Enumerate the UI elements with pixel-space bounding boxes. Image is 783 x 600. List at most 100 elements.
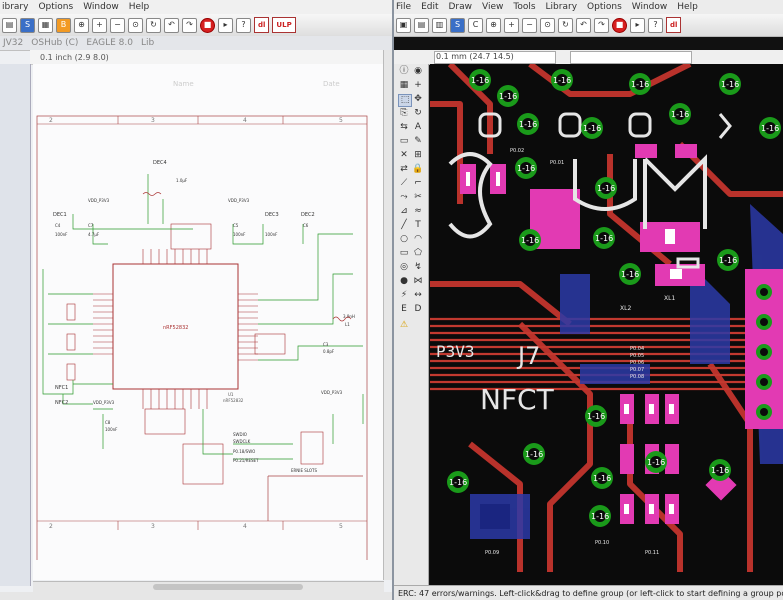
optimize-icon[interactable]: ⊿ <box>398 206 410 217</box>
eye-icon[interactable]: ◉ <box>412 66 424 77</box>
menu-library[interactable]: Library <box>546 2 577 12</box>
menu-options[interactable]: Options <box>38 2 73 12</box>
menu-help[interactable]: Help <box>129 2 150 12</box>
warning-icon[interactable]: ⚠ <box>398 320 410 331</box>
copy-icon[interactable]: ⎘ <box>398 108 410 119</box>
schematic-horizontal-scrollbar[interactable] <box>33 581 384 592</box>
breadcrumb-item[interactable]: OSHub (C) <box>31 38 78 48</box>
redraw-icon[interactable]: ↻ <box>558 17 573 33</box>
cap-value: 100nF <box>265 232 278 237</box>
schematic-side-panel[interactable] <box>0 64 31 586</box>
breadcrumb-item[interactable]: EAGLE 8.0 <box>86 38 133 48</box>
rotate-icon[interactable]: ↻ <box>412 108 424 119</box>
info-icon[interactable]: ⓘ <box>398 66 410 77</box>
schematic-vertical-scrollbar[interactable] <box>383 50 392 580</box>
command-field[interactable] <box>570 51 692 64</box>
via-label: 1-16 <box>517 164 535 173</box>
mark-icon[interactable]: + <box>412 80 424 91</box>
menu-tools[interactable]: Tools <box>513 2 535 12</box>
scroll-thumb[interactable] <box>153 584 303 590</box>
ripup-icon[interactable]: ✂ <box>412 192 424 203</box>
net-label: VDD_P3V3 <box>88 198 110 203</box>
net-label: P0.04 <box>630 346 644 352</box>
hole-icon[interactable]: ● <box>398 276 410 287</box>
add-icon[interactable]: ⊞ <box>412 150 424 161</box>
sch-icon[interactable]: S <box>450 17 465 33</box>
mirror-icon[interactable]: ⇆ <box>398 122 410 133</box>
autoroute-icon[interactable]: ⚡ <box>398 290 410 301</box>
replace-icon[interactable]: ⇄ <box>398 164 410 175</box>
schematic-sheet[interactable]: 2 3 4 5 2 3 4 5 Name Date nRF52832 U1 nR… <box>33 64 384 587</box>
layer-icon[interactable]: ▦ <box>398 80 410 91</box>
delete-icon[interactable]: ✕ <box>398 150 410 161</box>
cam-icon[interactable]: C <box>468 17 483 33</box>
menu-options[interactable]: Options <box>587 2 622 12</box>
miter-icon[interactable]: ⌐ <box>412 178 424 189</box>
menu-file[interactable]: File <box>396 2 411 12</box>
board-icon[interactable]: ▦ <box>38 17 53 33</box>
print-icon[interactable]: ▥ <box>432 17 447 33</box>
wire-icon[interactable]: ╱ <box>398 220 410 231</box>
zoom-out-icon[interactable]: − <box>522 17 537 33</box>
print-icon[interactable]: ▤ <box>2 17 17 33</box>
rect-icon[interactable]: ▭ <box>398 248 410 259</box>
via-icon[interactable]: ◎ <box>398 262 410 273</box>
zoom-in-icon[interactable]: + <box>92 17 107 33</box>
breadcrumb: JV32 OSHub (C) EAGLE 8.0 Lib <box>0 36 392 51</box>
meander-icon[interactable]: ≈ <box>412 206 424 217</box>
redraw-icon[interactable]: ↻ <box>146 17 161 33</box>
menu-view[interactable]: View <box>482 2 503 12</box>
zoom-fit-icon[interactable]: ⊕ <box>74 17 89 33</box>
menu-library[interactable]: ibrary <box>2 2 28 12</box>
polygon-icon[interactable]: ⬠ <box>412 248 424 259</box>
stop-icon[interactable]: ■ <box>612 17 627 33</box>
help-icon[interactable]: ? <box>648 17 663 33</box>
breadcrumb-item[interactable]: Lib <box>141 38 154 48</box>
ulp-logo[interactable]: ULP <box>272 17 296 33</box>
menu-draw[interactable]: Draw <box>449 2 473 12</box>
help-icon[interactable]: ? <box>236 17 251 33</box>
text-tool-icon[interactable]: T <box>412 220 424 231</box>
go-icon[interactable]: ▸ <box>218 17 233 33</box>
arc-icon[interactable]: ◠ <box>412 234 424 245</box>
text-icon[interactable]: A <box>412 122 424 133</box>
change-icon[interactable]: ✎ <box>412 136 424 147</box>
signal-icon[interactable]: ↯ <box>412 262 424 273</box>
zoom-out-icon[interactable]: − <box>110 17 125 33</box>
ratsnest-icon[interactable]: ⋈ <box>412 276 424 287</box>
via-label: 1-16 <box>525 450 543 459</box>
open-icon[interactable]: ▣ <box>396 17 411 33</box>
zoom-select-icon[interactable]: ⊙ <box>128 17 143 33</box>
menu-edit[interactable]: Edit <box>421 2 438 12</box>
undo-icon[interactable]: ↶ <box>164 17 179 33</box>
sch-icon[interactable]: S <box>20 17 35 33</box>
route-icon[interactable]: ⤳ <box>398 192 410 203</box>
breadcrumb-item[interactable]: JV32 <box>3 38 23 48</box>
save-icon[interactable]: ▤ <box>414 17 429 33</box>
drc-icon[interactable]: D <box>412 304 424 315</box>
group-icon[interactable]: ▭ <box>398 136 410 147</box>
stop-icon[interactable]: ■ <box>200 17 215 33</box>
zoom-select-icon[interactable]: ⊙ <box>540 17 555 33</box>
design-link-logo[interactable]: dl <box>254 17 270 33</box>
redo-icon[interactable]: ↷ <box>182 17 197 33</box>
circle-icon[interactable]: ○ <box>398 234 410 245</box>
go-icon[interactable]: ▸ <box>630 17 645 33</box>
menu-window[interactable]: Window <box>632 2 668 12</box>
lock-icon[interactable]: 🔒 <box>412 164 424 175</box>
move-icon[interactable]: ✥ <box>412 94 424 105</box>
undo-icon[interactable]: ↶ <box>576 17 591 33</box>
menu-help[interactable]: Help <box>677 2 698 12</box>
pcb-canvas[interactable]: P3V3 J7 NFCT P0.04 P0.05 P0.06 P0.07 P0.… <box>430 64 783 586</box>
brd-switch-icon[interactable]: B <box>56 17 71 33</box>
menu-window[interactable]: Window <box>83 2 119 12</box>
zoom-fit-icon[interactable]: ⊕ <box>486 17 501 33</box>
redo-icon[interactable]: ↷ <box>594 17 609 33</box>
split-icon[interactable]: ⟋ <box>398 178 410 189</box>
via-label: 1-16 <box>761 124 779 133</box>
dimension-icon[interactable]: ↔ <box>412 290 424 301</box>
select-icon[interactable]: ⬚ <box>398 94 412 107</box>
zoom-in-icon[interactable]: + <box>504 17 519 33</box>
design-link-logo[interactable]: dl <box>666 17 682 33</box>
erc-icon[interactable]: E <box>398 304 410 315</box>
